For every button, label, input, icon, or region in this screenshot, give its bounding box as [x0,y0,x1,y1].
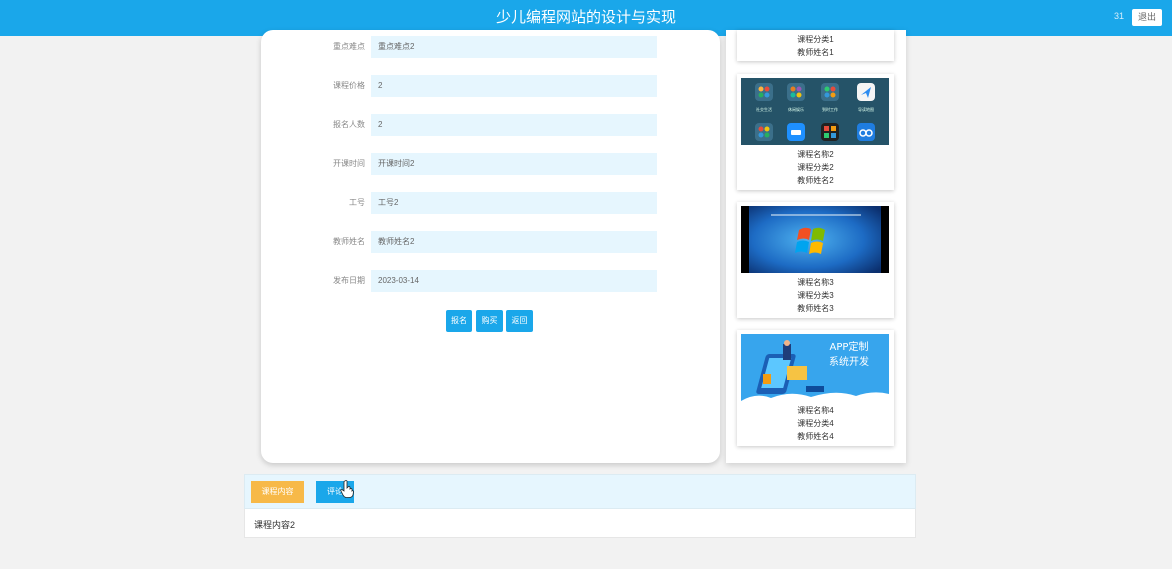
course-detail-card: 重点难点 重点难点2 课程价格 2 报名人数 2 开课时间 开课时间2 工号 工… [261,30,720,463]
field-value-enrollment: 2 [371,114,657,136]
field-value-start-time: 开课时间2 [371,153,657,175]
course-name: 课程名称2 [797,150,834,159]
field-label-employee-id: 工号 [349,198,365,207]
app-label-2: 休闲娱乐 [788,106,804,112]
course-teacher: 教师姓名2 [797,176,834,185]
buy-button[interactable]: 购买 [476,310,503,332]
app-label-4: 导读地图 [858,106,874,112]
field-label-publish-date: 发布日期 [333,276,365,285]
course-category: 课程分类3 [797,291,834,300]
app-label-1: 社交生活 [756,106,772,112]
tab-content-panel: 课程内容2 [244,509,916,538]
course-teacher: 教师姓名4 [797,432,834,441]
field-label-teacher: 教师姓名 [333,237,365,246]
course-category: 课程分类4 [797,419,834,428]
thumb-text-line-1: APP定制 [830,340,869,353]
field-label-price: 课程价格 [333,81,365,90]
course-category: 课程分类2 [797,163,834,172]
thumb-text-line-2: 系统开发 [829,355,869,368]
course-card-1[interactable]: 课程分类1 教师姓名1 [737,30,894,61]
app-custom-development-image: APP定制 系统开发 [741,334,889,401]
tab-course-content[interactable]: 课程内容 [251,481,304,503]
enroll-button[interactable]: 报名 [446,310,472,332]
course-name: 课程名称3 [797,278,834,287]
field-value-publish-date: 2023-03-14 [371,270,657,292]
logout-button[interactable]: 退出 [1132,9,1162,26]
field-label-enrollment: 报名人数 [333,120,365,129]
back-button[interactable]: 返回 [506,310,533,332]
windows-desktop-image [741,206,889,273]
course-card-2[interactable]: 社交生活 休闲娱乐 到时工作 导读地图 课程名称2 课程分类2 教师姓名2 [737,74,894,190]
user-indicator: 31 [1113,11,1124,21]
phone-apps-image: 社交生活 休闲娱乐 到时工作 导读地图 [741,78,889,145]
field-label-start-time: 开课时间 [333,159,365,168]
course-category: 课程分类1 [797,35,834,44]
app-label-3: 到时工作 [822,106,838,112]
course-teacher: 教师姓名1 [797,48,834,57]
field-label-difficulty: 重点难点 [333,42,365,51]
field-value-teacher: 教师姓名2 [371,231,657,253]
course-card-4[interactable]: APP定制 系统开发 课程名称4 课程分类4 教师姓名4 [737,330,894,446]
field-value-price: 2 [371,75,657,97]
related-courses-panel: 课程分类1 教师姓名1 社交生活 休闲娱乐 到时工作 导读地图 课程名称2 课程… [726,30,906,463]
course-name: 课程名称4 [797,406,834,415]
hand-pointer-cursor-icon [340,480,354,498]
course-teacher: 教师姓名3 [797,304,834,313]
field-value-employee-id: 工号2 [371,192,657,214]
course-content-text: 课程内容2 [254,520,296,530]
field-value-difficulty: 重点难点2 [371,36,657,58]
course-card-3[interactable]: 课程名称3 课程分类3 教师姓名3 [737,202,894,318]
